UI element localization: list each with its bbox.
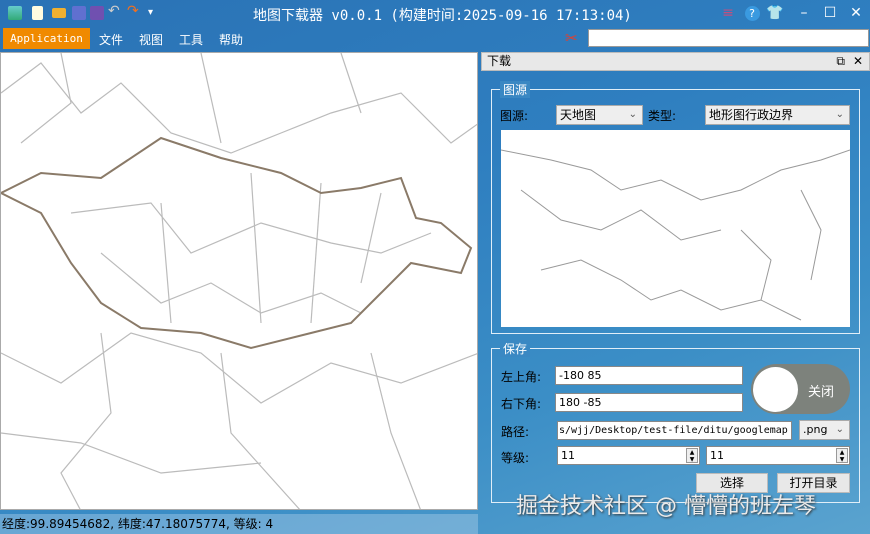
type-select[interactable]: 地形图行政边界 ⌄ <box>705 105 850 125</box>
tools-icon[interactable]: ✂ <box>565 29 578 47</box>
search-input[interactable] <box>588 29 869 47</box>
level-min-spinbox[interactable]: 11 ▲ ▼ <box>557 446 700 465</box>
open-folder-icon[interactable] <box>52 8 66 18</box>
map-view[interactable] <box>0 52 478 510</box>
status-bar: 经度:99.89454682, 纬度:47.18075774, 等级: 4 <box>0 514 478 534</box>
bottom-right-input[interactable]: 180 -85 <box>555 393 743 412</box>
window-title: 地图下载器 v0.0.1 (构建时间:2025-09-16 17:13:04) <box>253 8 632 24</box>
watermark: 掘金技术社区 @ 懵懵的班左琴 <box>516 494 816 519</box>
chevron-down-icon: ⌄ <box>835 109 844 120</box>
chevron-down-icon: ⌄ <box>835 424 844 435</box>
minimize-button[interactable]: – <box>794 4 814 22</box>
map-preview <box>500 130 851 327</box>
source-group-title: 图源 <box>500 81 531 98</box>
level-min-value: 11 <box>561 449 575 462</box>
menu-view[interactable]: 视图 <box>139 31 163 48</box>
toggle-label: 关闭 <box>808 385 835 400</box>
source-label: 图源: <box>500 109 529 123</box>
path-input[interactable]: s/wjj/Desktop/test-file/ditu/googlemap <box>557 421 792 440</box>
source-value: 天地图 <box>560 108 597 122</box>
redo-icon[interactable]: ↷ <box>127 3 141 19</box>
level-max-spinbox[interactable]: 11 ▲ ▼ <box>706 446 850 465</box>
source-select[interactable]: 天地图 ⌄ <box>556 105 643 125</box>
format-select[interactable]: .png ⌄ <box>799 420 850 440</box>
bottom-right-label: 右下角: <box>501 397 542 411</box>
menu-help[interactable]: 帮助 <box>219 31 243 48</box>
type-label: 类型: <box>648 109 677 123</box>
path-label: 路径: <box>501 425 530 439</box>
chevron-down-icon: ⌄ <box>628 109 637 120</box>
map-canvas <box>1 53 477 509</box>
save-icon[interactable] <box>72 6 86 20</box>
application-button[interactable]: Application <box>3 28 90 49</box>
new-file-icon[interactable] <box>32 6 43 20</box>
toggle-knob <box>753 367 798 412</box>
maximize-button[interactable]: ☐ <box>820 4 840 22</box>
level-max-value: 11 <box>710 449 724 462</box>
panel-title: 下载 <box>487 54 512 68</box>
help-icon[interactable]: ? <box>744 6 760 21</box>
save-all-icon[interactable] <box>90 6 104 20</box>
save-group-title: 保存 <box>500 340 531 357</box>
menu-file[interactable]: 文件 <box>99 31 123 48</box>
spin-arrows-icon[interactable]: ▲ ▼ <box>686 448 698 463</box>
style-menu-icon[interactable]: ≡ <box>718 4 738 22</box>
close-panel-icon[interactable]: ✕ <box>853 53 863 70</box>
undo-icon[interactable]: ↶ <box>108 3 122 19</box>
panel-header: 下载 ⧉ ✕ <box>481 52 870 71</box>
app-logo-icon <box>8 6 22 20</box>
skin-icon[interactable]: 👕 <box>765 4 785 22</box>
type-value: 地形图行政边界 <box>709 108 794 122</box>
top-left-label: 左上角: <box>501 370 542 384</box>
toggle-switch[interactable]: 关闭 <box>751 364 850 414</box>
customize-dropdown-icon[interactable]: ▾ <box>148 7 162 21</box>
title-bar: ↶ ↷ ▾ 地图下载器 v0.0.1 (构建时间:2025-09-16 17:1… <box>0 0 870 28</box>
float-panel-icon[interactable]: ⧉ <box>836 53 845 70</box>
level-label: 等级: <box>501 451 530 465</box>
spin-arrows-icon[interactable]: ▲ ▼ <box>836 448 848 463</box>
close-button[interactable]: ✕ <box>846 4 866 22</box>
menu-tools[interactable]: 工具 <box>179 31 203 48</box>
format-value: .png <box>803 423 828 436</box>
top-left-input[interactable]: -180 85 <box>555 366 743 385</box>
